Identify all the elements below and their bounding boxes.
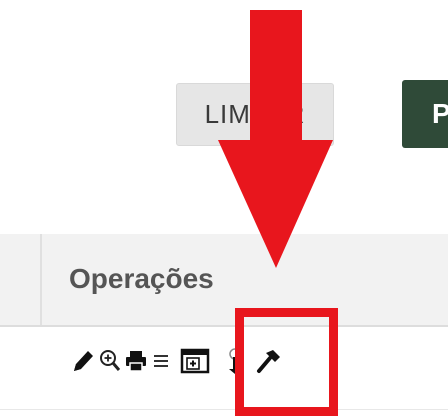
table-row <box>0 327 448 410</box>
operations-column-header: Operações <box>69 263 214 294</box>
search-button[interactable]: P <box>402 80 448 148</box>
column-divider <box>40 234 42 325</box>
window-plus-icon[interactable] <box>172 347 218 375</box>
printer-icon[interactable] <box>122 349 150 373</box>
pencil-icon[interactable] <box>68 348 98 374</box>
zoom-in-icon[interactable] <box>98 349 122 373</box>
annotation-arrow-icon <box>218 10 333 268</box>
list-icon[interactable] <box>150 350 172 372</box>
annotation-highlight-box <box>235 308 338 416</box>
